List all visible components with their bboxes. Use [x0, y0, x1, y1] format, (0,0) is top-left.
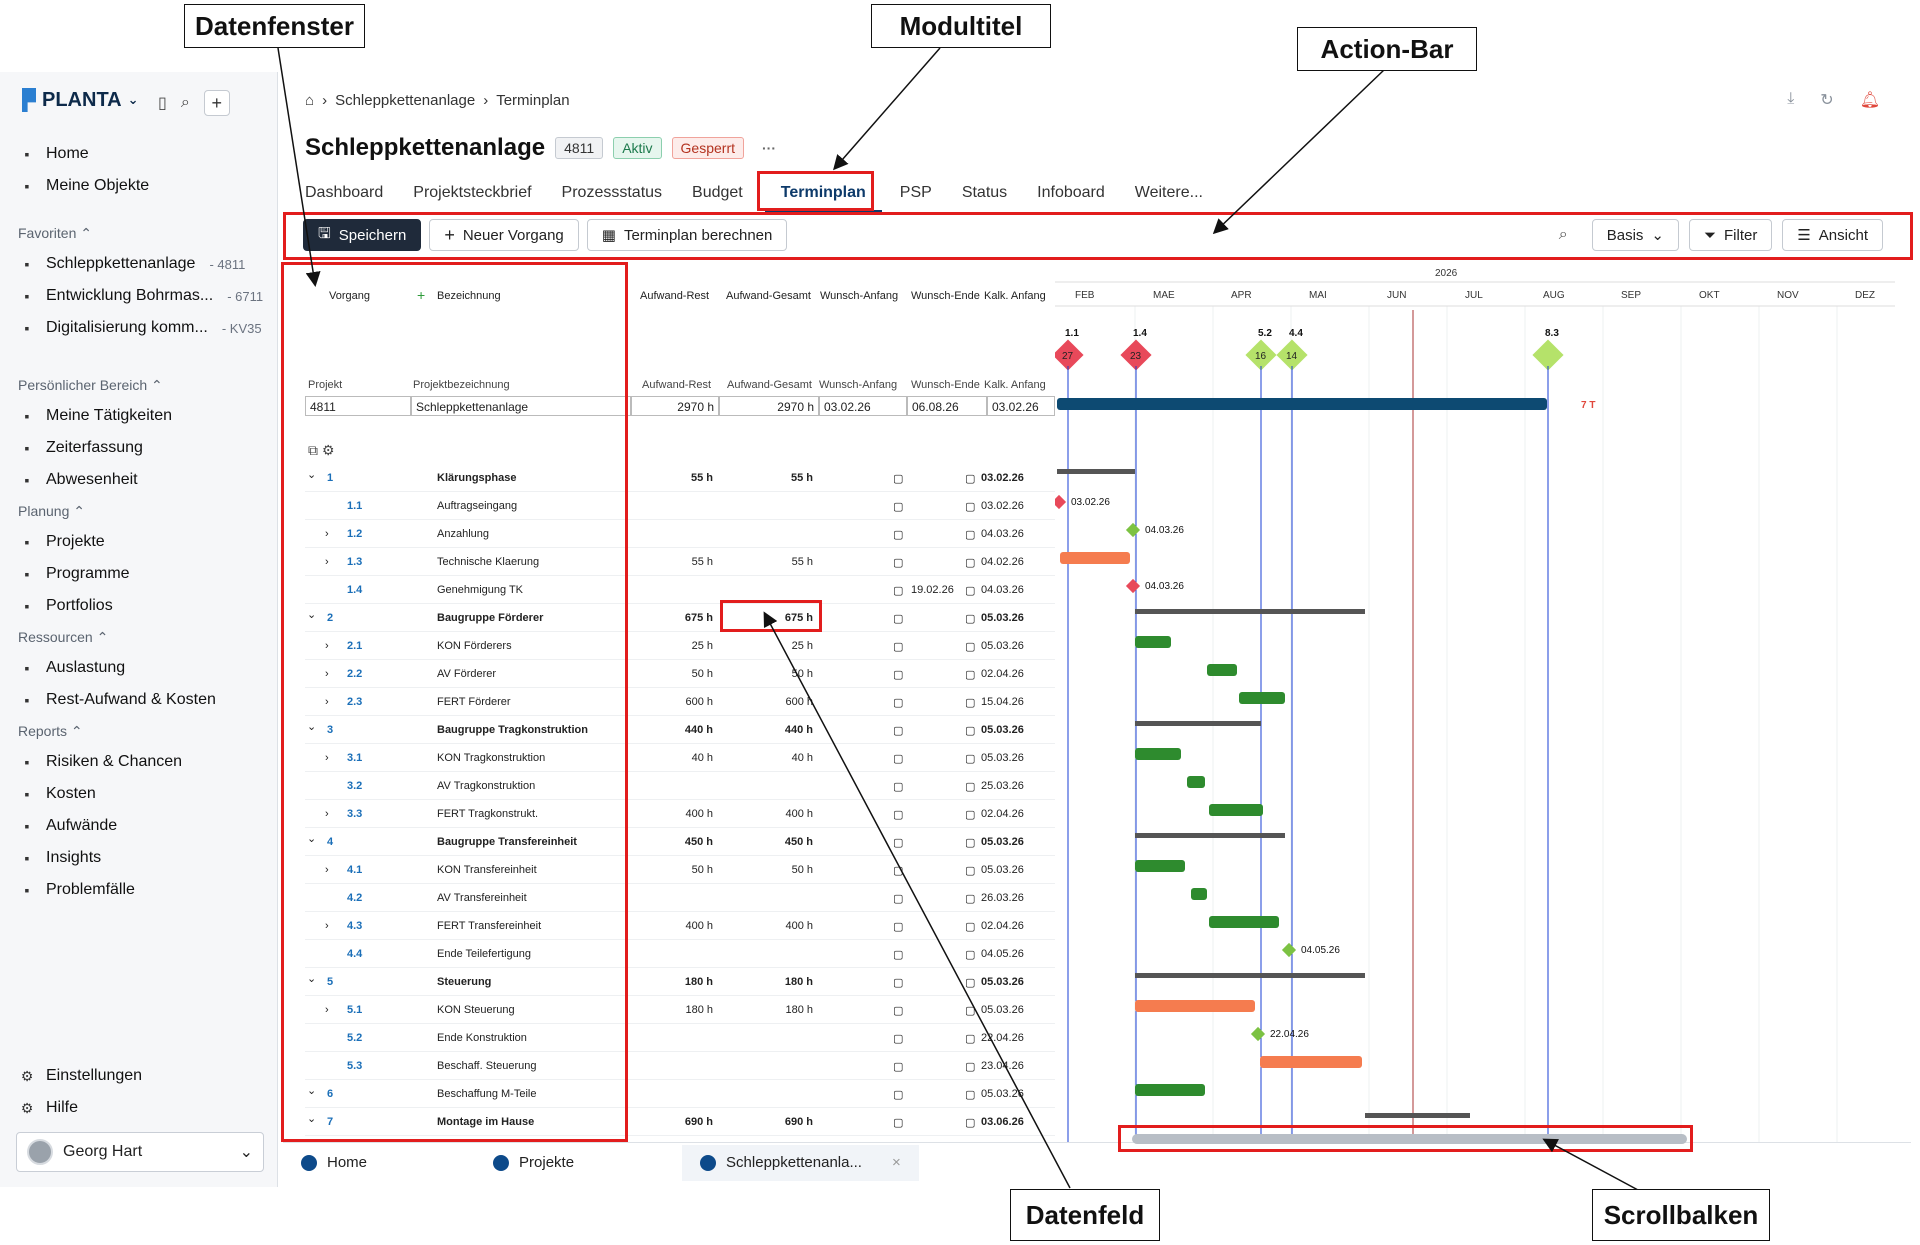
callout-datenfenster: Datenfenster — [184, 4, 365, 48]
callout-datenfeld: Datenfeld — [1010, 1189, 1160, 1241]
callout-scrollbalken: Scrollbalken — [1592, 1189, 1770, 1241]
annotation-arrows — [277, 47, 1639, 1191]
callout-action-bar: Action-Bar — [1297, 27, 1477, 71]
callout-modultitel: Modultitel — [871, 4, 1051, 48]
